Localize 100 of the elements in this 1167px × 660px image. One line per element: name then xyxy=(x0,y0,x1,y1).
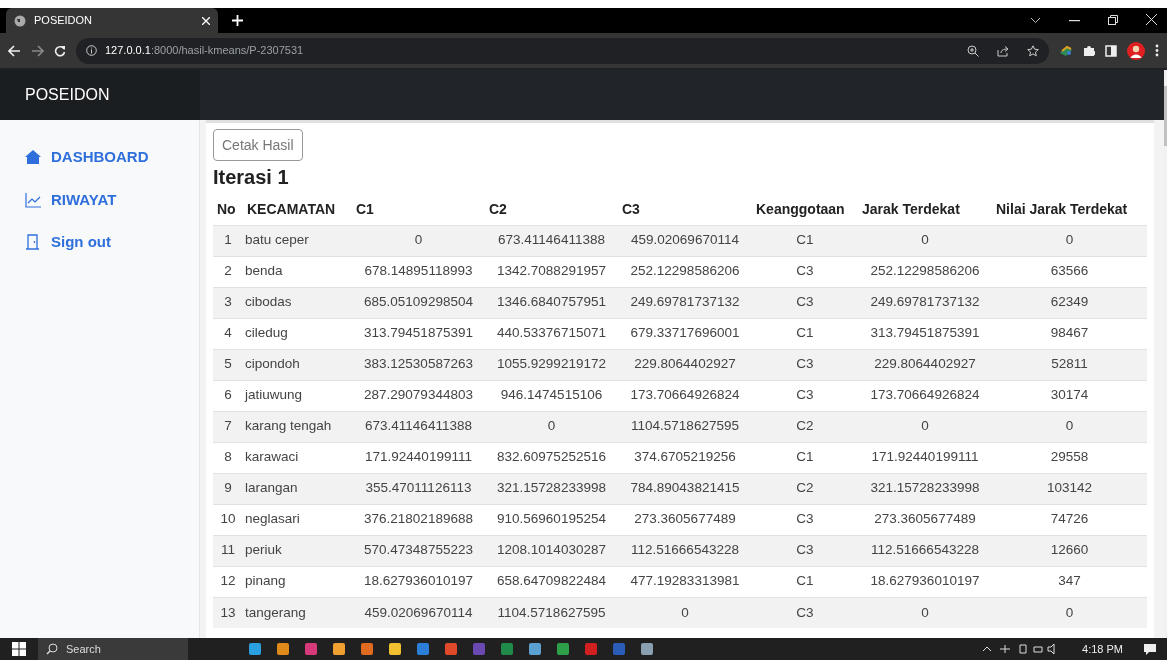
menu-icon[interactable] xyxy=(1155,44,1159,57)
table-cell: 173.70664926824 xyxy=(858,380,992,411)
table-cell: 249.69781737132 xyxy=(618,287,752,318)
puzzle-icon[interactable] xyxy=(1083,44,1095,57)
browser-tab[interactable]: POSEIDON xyxy=(6,8,218,33)
column-header: Keanggotaan xyxy=(752,195,858,225)
reload-icon[interactable] xyxy=(54,44,66,57)
door-icon xyxy=(25,234,41,251)
table-cell: C2 xyxy=(752,411,858,442)
table-cell: C3 xyxy=(752,287,858,318)
minimize-icon[interactable] xyxy=(1069,20,1080,22)
home-icon xyxy=(25,149,41,166)
table-cell: C3 xyxy=(752,256,858,287)
star-icon[interactable] xyxy=(1027,44,1039,57)
table-cell: 2 xyxy=(213,256,243,287)
app-icon[interactable] xyxy=(248,642,262,656)
table-cell: 685.05109298504 xyxy=(352,287,485,318)
restore-icon[interactable] xyxy=(1108,15,1118,25)
sidebar-link[interactable]: Sign out xyxy=(25,231,174,254)
app-icon[interactable] xyxy=(528,642,542,656)
new-tab-icon[interactable] xyxy=(232,15,243,26)
table-cell: 273.3605677489 xyxy=(858,504,992,535)
table-cell: C3 xyxy=(752,349,858,380)
table-cell: 229.8064402927 xyxy=(618,349,752,380)
table-cell: 13 xyxy=(213,597,243,628)
table-cell: 0 xyxy=(858,597,992,628)
tab-title: POSEIDON xyxy=(34,13,94,29)
extension-icon[interactable] xyxy=(1059,44,1073,57)
app-icon[interactable] xyxy=(388,642,402,656)
table-cell: 0 xyxy=(485,411,618,442)
table-cell: 1342.7088291957 xyxy=(485,256,618,287)
table-cell: 63566 xyxy=(992,256,1147,287)
info-icon xyxy=(86,45,97,56)
table-cell: 477.19283313981 xyxy=(618,566,752,597)
table-cell: 74726 xyxy=(992,504,1147,535)
app-icon[interactable] xyxy=(556,642,570,656)
app-icon[interactable] xyxy=(640,642,654,656)
table-cell: 832.60975252516 xyxy=(485,442,618,473)
app-icon[interactable] xyxy=(416,642,430,656)
table-cell: 459.02069670114 xyxy=(352,597,485,628)
table-cell: 910.56960195254 xyxy=(485,504,618,535)
chevron-down-icon[interactable] xyxy=(1030,17,1041,24)
table-cell: tangerang xyxy=(243,597,352,628)
table-cell: 321.15728233998 xyxy=(485,473,618,504)
table-cell: 0 xyxy=(352,225,485,256)
table-cell: C3 xyxy=(752,380,858,411)
avatar-icon[interactable] xyxy=(1127,41,1145,60)
clock-time[interactable]: 4:18 PM xyxy=(1082,640,1123,658)
table-cell: C1 xyxy=(752,225,858,256)
search-field[interactable]: Search xyxy=(38,638,188,660)
windows-icon[interactable] xyxy=(12,642,26,656)
share-icon[interactable] xyxy=(997,44,1009,57)
column-header: No xyxy=(213,195,243,225)
table-cell: 679.33717696001 xyxy=(618,318,752,349)
app-icon[interactable] xyxy=(332,642,346,656)
sidebar-link[interactable]: RIWAYAT xyxy=(25,188,174,211)
table-cell: 18.627936010197 xyxy=(858,566,992,597)
table-cell: 313.79451875391 xyxy=(858,318,992,349)
table-cell: 0 xyxy=(992,225,1147,256)
table-cell: 376.21802189688 xyxy=(352,504,485,535)
table-cell: 6 xyxy=(213,380,243,411)
table-cell: 0 xyxy=(618,597,752,628)
table-cell: 62349 xyxy=(992,287,1147,318)
back-icon[interactable] xyxy=(8,44,21,57)
table-cell: 252.12298586206 xyxy=(618,256,752,287)
column-header: C1 xyxy=(352,195,485,225)
table-cell: 287.29079344803 xyxy=(352,380,485,411)
table-cell: 374.6705219256 xyxy=(618,442,752,473)
table-cell: C1 xyxy=(752,442,858,473)
table-cell: 103142 xyxy=(992,473,1147,504)
table-cell: pinang xyxy=(243,566,352,597)
column-header: Jarak Terdekat xyxy=(858,195,992,225)
table-cell: 321.15728233998 xyxy=(858,473,992,504)
table-cell: periuk xyxy=(243,535,352,566)
table-cell: benda xyxy=(243,256,352,287)
app-icon[interactable] xyxy=(360,642,374,656)
address-bar[interactable]: 127.0.0.1:8000/hasil-kmeans/P-2307531 xyxy=(76,37,1049,64)
table-cell: 173.70664926824 xyxy=(618,380,752,411)
table-cell: 12 xyxy=(213,566,243,597)
table-cell: 570.47348755223 xyxy=(352,535,485,566)
column-header: C2 xyxy=(485,195,618,225)
table-cell: 273.3605677489 xyxy=(618,504,752,535)
table-cell: 112.51666543228 xyxy=(618,535,752,566)
notification-icon[interactable] xyxy=(1143,642,1157,656)
table-cell: 946.1474515106 xyxy=(485,380,618,411)
side-panel-icon[interactable] xyxy=(1105,44,1117,57)
table-cell: 0 xyxy=(992,411,1147,442)
close-icon[interactable] xyxy=(1146,14,1157,25)
sidebar-link[interactable]: DASHBOARD xyxy=(25,146,174,169)
table-cell: 229.8064402927 xyxy=(858,349,992,380)
app-icon[interactable] xyxy=(444,642,458,656)
forward-icon[interactable] xyxy=(31,44,44,57)
zoom-icon[interactable] xyxy=(967,44,979,57)
app-icon[interactable] xyxy=(276,642,290,656)
table-cell: 9 xyxy=(213,473,243,504)
table-cell: 12660 xyxy=(992,535,1147,566)
table-cell: 440.53376715071 xyxy=(485,318,618,349)
table-cell: 313.79451875391 xyxy=(352,318,485,349)
print-button[interactable]: Cetak Hasil xyxy=(213,129,303,161)
table-cell: 0 xyxy=(858,225,992,256)
